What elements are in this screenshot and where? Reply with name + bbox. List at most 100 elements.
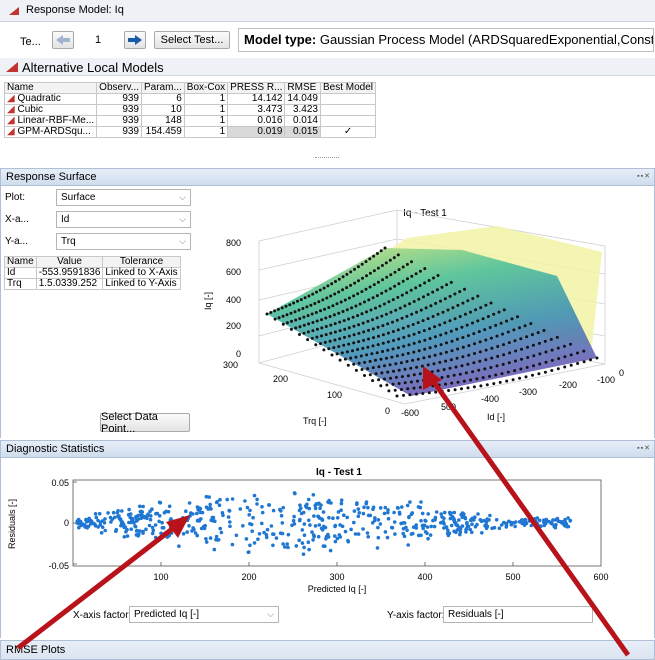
surface-point	[347, 317, 351, 321]
select-test-button[interactable]: Select Test...	[154, 31, 230, 49]
residual-point	[356, 514, 361, 519]
col-obs[interactable]: Observ...	[96, 82, 142, 94]
cell-value[interactable]: -553.9591836	[35, 267, 104, 279]
residual-point	[291, 518, 296, 523]
residual-point	[414, 526, 419, 530]
surface-point	[388, 258, 392, 262]
residual-point	[87, 516, 91, 521]
yaxis-select[interactable]: Trq ⌵	[56, 233, 191, 250]
y-axis-label: Residuals [-]	[7, 499, 17, 549]
table-row[interactable]: Id -553.9591836 Linked to X-Axis	[4, 267, 181, 279]
surface-point	[432, 276, 435, 280]
residual-point	[93, 524, 98, 528]
residual-point	[362, 505, 366, 510]
best-model-checkbox[interactable]: ✓	[319, 126, 377, 138]
surface-point	[424, 371, 428, 375]
residuals-plot[interactable]: Iq - Test 1 0.05 0 -0.05 Residuals [-] 1…	[1, 458, 655, 598]
model-name: GPM-ARDSqu...	[17, 126, 91, 137]
residual-point	[410, 511, 415, 515]
surface-point	[315, 290, 318, 294]
plot-type-select[interactable]: Surface ⌵	[56, 189, 191, 206]
surface-point	[386, 370, 390, 374]
surface-point	[484, 338, 488, 342]
residual-point	[137, 532, 141, 536]
surface-point	[563, 355, 567, 359]
surface-point	[446, 374, 450, 378]
cell-rmse: 3.423	[284, 104, 321, 116]
residual-point	[219, 530, 224, 535]
col-best[interactable]: Best Model	[319, 82, 377, 94]
surface-point	[466, 386, 470, 390]
window-title: Response Model: Iq	[26, 4, 124, 16]
col-boxcox[interactable]: Box-Cox	[183, 82, 229, 94]
table-row[interactable]: ◢ GPM-ARDSqu... 939 154.459 1 0.019 0.01…	[3, 126, 377, 138]
residual-point	[127, 507, 131, 512]
surface-point	[423, 338, 427, 342]
xfactor-select[interactable]: Predicted Iq [-] ⌵	[129, 606, 279, 623]
surface-point	[359, 354, 363, 358]
cell-value[interactable]: 1.5.0339.252	[35, 278, 104, 290]
surface-point	[405, 262, 409, 266]
surface-point	[537, 341, 541, 345]
surface-point	[368, 257, 372, 261]
residual-point	[267, 503, 271, 507]
col-press[interactable]: PRESS R...	[227, 82, 286, 94]
residual-point	[112, 515, 117, 520]
surface-point	[313, 302, 317, 305]
col-params[interactable]: Param...	[141, 82, 185, 94]
residual-point	[455, 523, 459, 528]
surface-point	[492, 382, 496, 386]
surface-point	[285, 313, 289, 317]
prev-test-button[interactable]	[52, 31, 74, 49]
table-row[interactable]: ◢ Cubic 939 10 1 3.473 3.423	[3, 104, 377, 116]
surface-point	[384, 312, 388, 316]
surface-point	[311, 321, 315, 324]
surface-point	[352, 341, 356, 345]
col-name[interactable]: Name	[3, 82, 98, 94]
residual-point	[290, 523, 294, 528]
cell-best[interactable]	[319, 93, 377, 105]
surface-point	[502, 353, 506, 357]
splitter-handle[interactable]	[315, 157, 339, 161]
surface-point	[385, 383, 389, 387]
surface-point	[364, 287, 368, 291]
surface-point	[409, 366, 413, 370]
surface-point	[299, 298, 303, 302]
xaxis-select[interactable]: Id ⌵	[56, 211, 191, 228]
residual-point	[492, 525, 497, 530]
residual-point	[279, 509, 283, 513]
surface-point	[302, 331, 306, 335]
panel-controls-icon[interactable]: ▪▪✕	[637, 444, 651, 452]
panel-controls-icon[interactable]: ▪▪✕	[637, 172, 651, 180]
surface-point	[341, 275, 345, 279]
cell-best[interactable]	[319, 104, 377, 116]
residual-point	[102, 521, 107, 525]
residual-point	[532, 522, 537, 527]
response-surface-plot[interactable]: Iq - Test 1 800 600 400 200 0 Iq [-] 300…	[197, 186, 652, 436]
table-row[interactable]: ◢ Linear-RBF-Me... 939 148 1 0.016 0.014	[3, 115, 377, 127]
select-data-point-button[interactable]: Select Data Point...	[100, 411, 190, 435]
surface-point	[479, 306, 483, 310]
yfactor-select[interactable]: Residuals [-]	[443, 606, 593, 623]
residual-point	[473, 515, 477, 519]
surface-point	[306, 314, 310, 318]
x-tick: 100	[153, 572, 168, 582]
surface-point	[376, 343, 380, 347]
surface-point	[471, 370, 475, 374]
surface-point	[392, 369, 395, 373]
surface-point	[475, 377, 479, 381]
cell-params: 6	[141, 93, 185, 105]
residual-point	[158, 501, 163, 505]
surface-point	[418, 372, 422, 376]
surface-point	[400, 375, 404, 379]
surface-point	[428, 337, 432, 340]
col-rmse[interactable]: RMSE	[284, 82, 321, 94]
test-number-field[interactable]: 1	[78, 31, 118, 49]
table-row[interactable]: Trq 1.5.0339.252 Linked to Y-Axis	[4, 278, 181, 290]
cell-best[interactable]	[319, 115, 377, 127]
next-test-button[interactable]	[124, 31, 146, 49]
residual-point	[213, 519, 217, 523]
surface-point	[543, 339, 547, 343]
surface-point	[437, 383, 441, 387]
table-row[interactable]: ◢ Quadratic 939 6 1 14.142 14.049	[3, 93, 377, 105]
